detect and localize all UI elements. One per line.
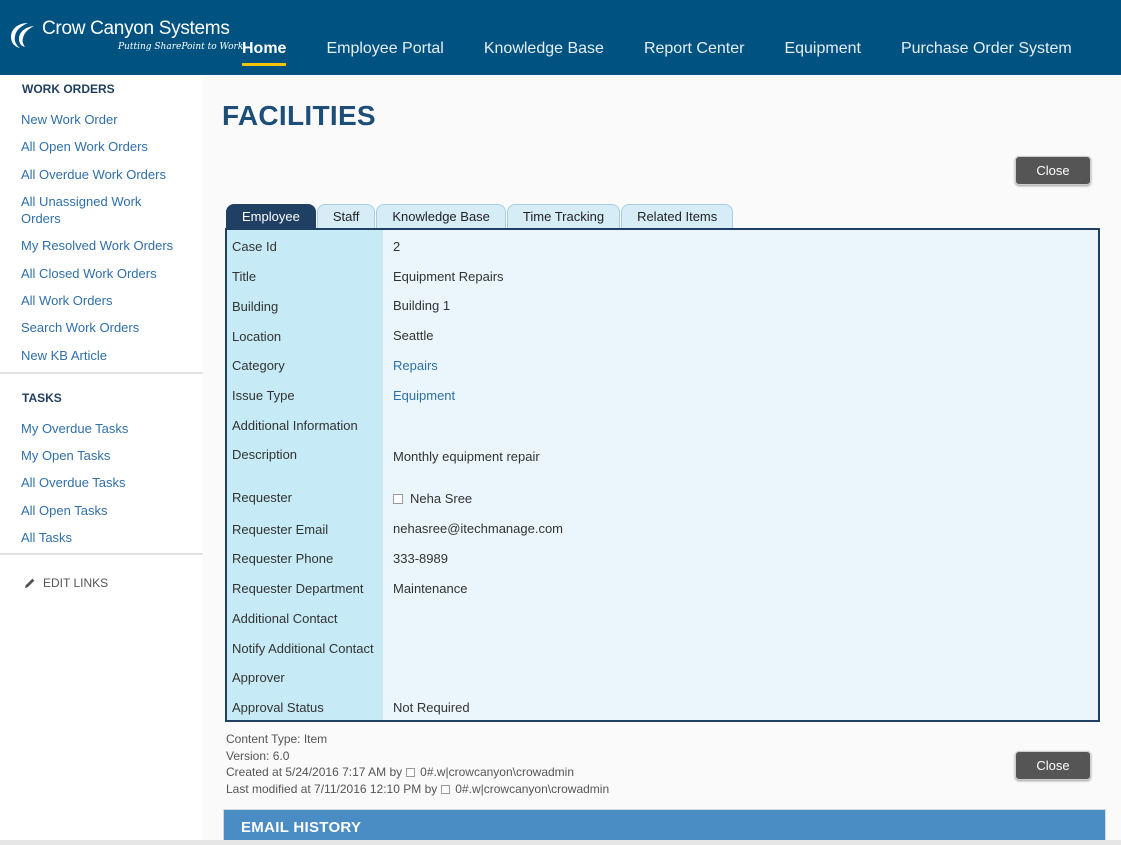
field-label-additional-information: Additional Information: [232, 418, 358, 433]
field-label-approver: Approver: [232, 670, 285, 685]
field-value-requester[interactable]: Neha Sree: [393, 491, 472, 506]
sidebar-item-my-resolved-work-orders[interactable]: My Resolved Work Orders: [0, 237, 173, 254]
sidebar-item-new-kb-article[interactable]: New KB Article: [0, 347, 107, 364]
sidebar-item-all-tasks[interactable]: All Tasks: [0, 529, 72, 546]
sidebar-item-new-work-order[interactable]: New Work Order: [0, 111, 118, 128]
tab-time-tracking[interactable]: Time Tracking: [506, 204, 621, 229]
nav-report-center[interactable]: Report Center: [644, 40, 745, 66]
created-by-user[interactable]: 0#.w|crowcanyon\crowadmin: [420, 765, 574, 779]
work-orders-heading: WORK ORDERS: [22, 82, 115, 96]
field-value-building: Building 1: [393, 298, 451, 313]
sidebar-item-all-open-work-orders[interactable]: All Open Work Orders: [0, 138, 148, 155]
top-bar: Crow Canyon Systems Putting SharePoint t…: [0, 0, 1121, 75]
tasks-heading: TASKS: [22, 391, 62, 405]
left-sidebar: WORK ORDERS New Work Order All Open Work…: [0, 75, 203, 845]
sidebar-item-all-closed-work-orders[interactable]: All Closed Work Orders: [0, 265, 157, 282]
field-value-title: Equipment Repairs: [393, 269, 504, 284]
field-value-location: Seattle: [393, 328, 434, 343]
modified-info: Last modified at 7/11/2016 12:10 PM by 0#…: [226, 781, 609, 798]
created-by-label: by: [389, 765, 403, 779]
nav-equipment[interactable]: Equipment: [784, 40, 861, 66]
horizontal-scrollbar[interactable]: [0, 840, 1121, 845]
nav-purchase-order-system[interactable]: Purchase Order System: [901, 40, 1072, 66]
sidebar-item-my-open-tasks[interactable]: My Open Tasks: [0, 447, 110, 464]
form-tabs: Employee Staff Knowledge Base Time Track…: [226, 204, 734, 229]
crow-logo-icon: [11, 23, 34, 48]
sidebar-item-all-open-tasks[interactable]: All Open Tasks: [0, 502, 107, 519]
field-label-requester-phone: Requester Phone: [232, 551, 334, 566]
field-label-building: Building: [232, 299, 279, 314]
crow-canyon-logo[interactable]: Crow Canyon Systems Putting SharePoint t…: [6, 14, 243, 60]
requester-name: Neha Sree: [410, 491, 473, 506]
pencil-icon: [25, 578, 35, 588]
tab-knowledge-base[interactable]: Knowledge Base: [376, 204, 506, 229]
close-button-top[interactable]: Close: [1015, 156, 1091, 185]
field-label-approval-status: Approval Status: [232, 700, 324, 715]
sidebar-item-search-work-orders[interactable]: Search Work Orders: [0, 319, 139, 336]
brand-name: Crow Canyon Systems: [42, 18, 230, 39]
field-value-category-link[interactable]: Repairs: [393, 358, 438, 373]
page-title: FACILITIES: [222, 100, 376, 131]
top-navigation: Home Employee Portal Knowledge Base Repo…: [222, 40, 1092, 66]
work-order-form: Case Id 2 Title Equipment Repairs Buildi…: [225, 228, 1100, 722]
close-button-bottom[interactable]: Close: [1015, 751, 1091, 780]
field-label-issue-type: Issue Type: [232, 388, 295, 403]
nav-knowledge-base[interactable]: Knowledge Base: [484, 40, 604, 66]
email-history-title: EMAIL HISTORY: [241, 819, 362, 836]
field-label-requester: Requester: [232, 490, 292, 505]
sidebar-divider: [0, 372, 203, 374]
content-type: Content Type: Item: [226, 732, 328, 746]
modified-at: Last modified at 7/11/2016 12:10 PM: [226, 781, 422, 796]
presence-checkbox-icon: [441, 784, 451, 794]
tab-employee[interactable]: Employee: [226, 204, 316, 229]
field-value-requester-email: nehasree@itechmanage.com: [393, 521, 564, 536]
field-label-additional-contact: Additional Contact: [232, 611, 338, 626]
field-label-requester-department: Requester Department: [232, 581, 364, 596]
field-value-approval-status: Not Required: [393, 700, 470, 715]
field-value-issue-type-link[interactable]: Equipment: [393, 388, 455, 403]
tab-staff[interactable]: Staff: [316, 204, 376, 229]
sidebar-item-all-work-orders[interactable]: All Work Orders: [0, 292, 113, 309]
presence-checkbox-icon: [406, 768, 416, 777]
tab-related-items[interactable]: Related Items: [621, 204, 734, 229]
field-value-case-id: 2: [393, 239, 401, 254]
field-label-notify-additional-contact: Notify Additional Contact: [232, 641, 374, 656]
field-value-requester-department: Maintenance: [393, 581, 468, 596]
nav-home[interactable]: Home: [242, 40, 287, 66]
created-info: Created at 5/24/2016 7:17 AM by 0#.w|crow…: [226, 764, 609, 781]
item-metadata: Content Type: Item Version: 6.0 Created …: [226, 731, 609, 797]
field-value-requester-phone: 333-8989: [393, 551, 448, 566]
sidebar-item-all-overdue-tasks[interactable]: All Overdue Tasks: [0, 474, 126, 491]
field-label-category: Category: [232, 358, 285, 373]
field-label-requester-email: Requester Email: [232, 522, 329, 537]
nav-employee-portal[interactable]: Employee Portal: [326, 40, 443, 66]
modified-by-user[interactable]: 0#.w|crowcanyon\crowadmin: [455, 782, 609, 796]
presence-checkbox-icon: [393, 493, 403, 504]
sidebar-item-my-overdue-tasks[interactable]: My Overdue Tasks: [0, 420, 128, 437]
field-label-case-id: Case Id: [232, 239, 277, 254]
sidebar-item-all-overdue-work-orders[interactable]: All Overdue Work Orders: [0, 166, 166, 183]
field-label-description: Description: [232, 447, 298, 462]
field-label-location: Location: [232, 329, 282, 344]
edit-links-button[interactable]: EDIT LINKS: [24, 576, 108, 590]
field-label-title: Title: [232, 269, 257, 284]
sidebar-item-all-unassigned-work-orders[interactable]: All Unassigned Work Orders: [0, 193, 150, 227]
sidebar-divider: [0, 553, 203, 555]
version: Version: 6.0: [226, 748, 290, 763]
field-value-description: Monthly equipment repair: [393, 449, 540, 464]
modified-by-label: by: [424, 781, 438, 796]
created-at: Created at 5/24/2016 7:17 AM: [226, 765, 387, 779]
edit-links-label: EDIT LINKS: [43, 576, 109, 590]
